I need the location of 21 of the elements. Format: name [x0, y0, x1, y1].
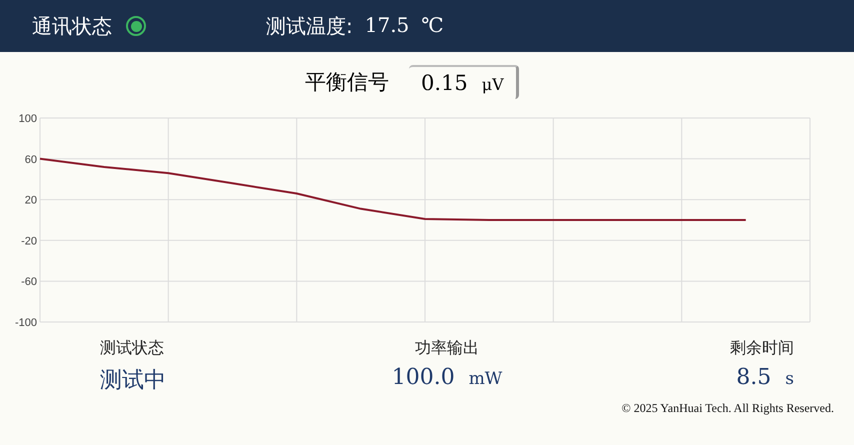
readout-value: 100.0	[392, 365, 455, 390]
y-tick-label: -60	[21, 276, 37, 288]
temperature-value: 17.5	[364, 12, 410, 38]
readout-label: 功率输出	[414, 338, 479, 359]
y-tick-label: 100	[18, 113, 37, 125]
copyright-text: © 2025 YanHuai Tech. All Rights Reserved.	[622, 401, 834, 415]
readout-label: 测试状态	[100, 338, 165, 359]
y-tick-label: 60	[24, 154, 37, 166]
readout-label: 剩余时间	[730, 338, 794, 359]
temperature-unit: ℃	[421, 12, 444, 38]
readout-unit: s	[785, 369, 794, 389]
y-tick-label: -20	[21, 235, 37, 248]
readout-value: 测试中	[100, 367, 166, 395]
comm-status-label: 通讯状态	[32, 12, 112, 40]
temperature-label: 测试温度:	[266, 12, 353, 40]
y-tick-label: 20	[24, 194, 37, 207]
balance-signal-display: 0.15 μV	[409, 65, 519, 99]
balance-signal-label: 平衡信号	[305, 69, 389, 96]
readout-unit: mW	[468, 369, 502, 389]
readout-value: 8.5	[736, 365, 772, 390]
y-tick-label: -100	[14, 317, 37, 328]
